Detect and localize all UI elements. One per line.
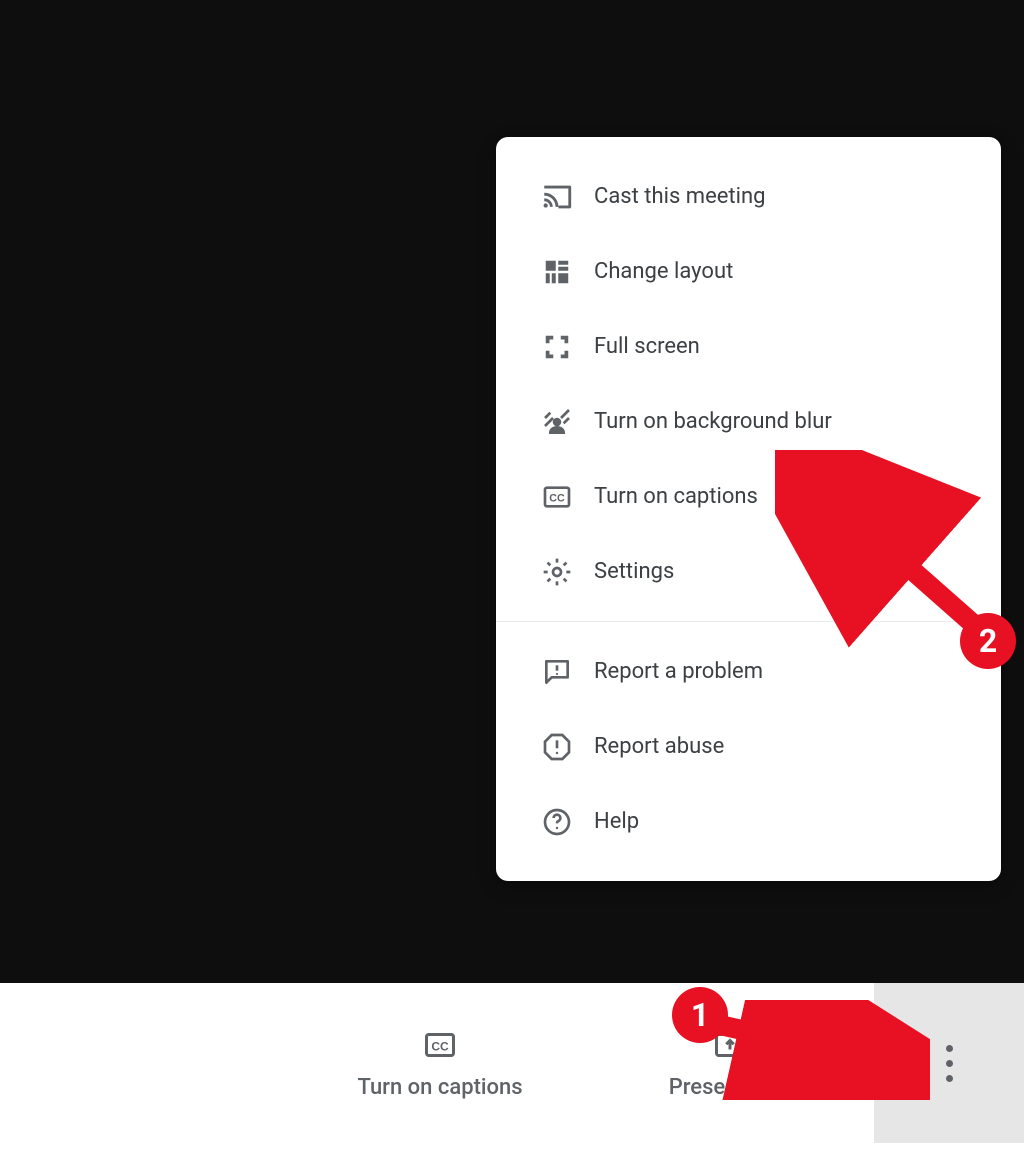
bottom-control-bar: CC Turn on captions Present now bbox=[0, 983, 1024, 1143]
fullscreen-icon bbox=[528, 332, 586, 362]
more-vert-icon bbox=[946, 1045, 953, 1082]
present-button-label: Present now bbox=[669, 1075, 792, 1100]
menu-item-label: Full screen bbox=[586, 334, 700, 359]
more-options-menu: Cast this meeting Change layout bbox=[496, 137, 1001, 881]
report-abuse-icon bbox=[528, 731, 586, 763]
menu-item-background-blur[interactable]: Turn on background blur bbox=[496, 384, 1001, 459]
menu-item-layout[interactable]: Change layout bbox=[496, 234, 1001, 309]
menu-item-label: Settings bbox=[586, 559, 674, 584]
menu-item-report-abuse[interactable]: Report abuse bbox=[496, 709, 1001, 784]
menu-item-label: Help bbox=[586, 809, 639, 834]
annotation-step-2: 2 bbox=[960, 613, 1016, 669]
svg-text:CC: CC bbox=[549, 492, 565, 504]
menu-item-help[interactable]: Help bbox=[496, 784, 1001, 859]
layout-icon bbox=[528, 257, 586, 287]
cast-icon bbox=[528, 180, 586, 214]
gear-icon bbox=[528, 556, 586, 588]
svg-text:CC: CC bbox=[431, 1039, 449, 1053]
closed-captions-icon: CC bbox=[528, 481, 586, 513]
menu-item-label: Turn on background blur bbox=[586, 409, 832, 434]
feedback-icon bbox=[528, 656, 586, 688]
more-options-button[interactable] bbox=[874, 983, 1024, 1143]
menu-item-label: Report a problem bbox=[586, 659, 763, 684]
captions-button[interactable]: CC Turn on captions bbox=[290, 1027, 590, 1100]
menu-divider bbox=[496, 621, 1001, 622]
menu-item-label: Cast this meeting bbox=[586, 184, 765, 209]
menu-item-settings[interactable]: Settings bbox=[496, 534, 1001, 609]
menu-item-label: Change layout bbox=[586, 259, 733, 284]
present-now-button[interactable]: Present now bbox=[590, 1027, 870, 1100]
menu-item-label: Turn on captions bbox=[586, 484, 758, 509]
help-icon bbox=[528, 806, 586, 838]
background-blur-icon bbox=[528, 406, 586, 438]
captions-button-label: Turn on captions bbox=[357, 1075, 522, 1100]
menu-item-report-problem[interactable]: Report a problem bbox=[496, 634, 1001, 709]
annotation-step-1: 1 bbox=[672, 987, 728, 1043]
menu-item-captions[interactable]: CC Turn on captions bbox=[496, 459, 1001, 534]
menu-item-cast[interactable]: Cast this meeting bbox=[496, 159, 1001, 234]
menu-item-label: Report abuse bbox=[586, 734, 724, 759]
closed-captions-icon: CC bbox=[422, 1027, 458, 1063]
menu-item-fullscreen[interactable]: Full screen bbox=[496, 309, 1001, 384]
